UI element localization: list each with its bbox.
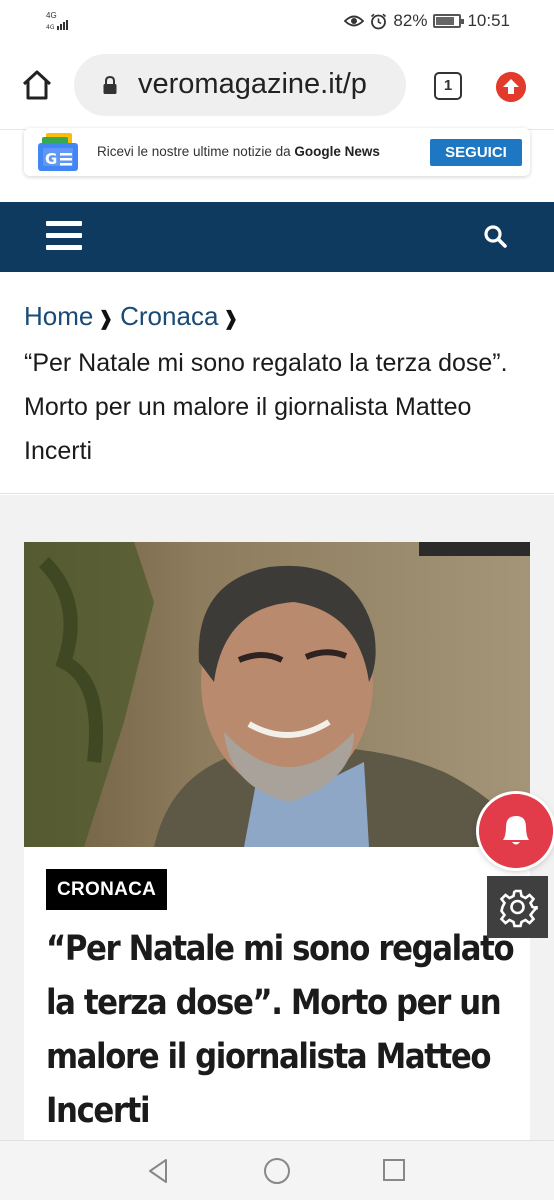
breadcrumb-current-page: “Per Natale mi sono regalato la terza do… (24, 349, 508, 465)
alarm-icon (371, 13, 387, 29)
google-news-brand: Google News (294, 144, 380, 159)
chevron-right-icon: ❱ (97, 308, 115, 330)
clock: 10:51 (467, 11, 510, 30)
status-bar: 4G 4G 82% 10:51 (0, 0, 554, 42)
hamburger-icon[interactable] (46, 221, 82, 253)
settings-button[interactable] (487, 876, 548, 938)
signal-icon: 4G (46, 20, 68, 30)
site-navbar (0, 202, 554, 272)
update-icon[interactable] (496, 72, 526, 102)
network-indicator: 4G 4G (46, 12, 70, 30)
address-bar[interactable]: veromagazine.it/p (74, 54, 406, 116)
url-text: veromagazine.it/p (138, 68, 367, 100)
google-news-prefix: Ricevi le nostre ultime notizie da (97, 144, 291, 159)
article-photo[interactable] (24, 542, 530, 847)
category-badge[interactable]: CRONACA (46, 869, 168, 910)
recent-apps-icon[interactable] (383, 1159, 405, 1181)
svg-text:4G: 4G (46, 24, 55, 30)
network-type: 4G (46, 11, 57, 20)
breadcrumb-category-link[interactable]: Cronaca (120, 301, 218, 331)
browser-toolbar: veromagazine.it/p 1 (0, 42, 554, 130)
tab-switcher-button[interactable]: 1 (434, 72, 462, 100)
google-news-logo-icon: G (38, 133, 78, 171)
home-circle-icon[interactable] (264, 1158, 290, 1184)
article-headline: “Per Natale mi sono regalato la terza do… (46, 929, 515, 1131)
follow-button[interactable]: SEGUICI (430, 139, 522, 166)
breadcrumb-home-link[interactable]: Home (24, 301, 93, 331)
eye-comfort-icon (344, 15, 365, 27)
battery-icon (433, 14, 465, 28)
lock-icon (103, 76, 117, 94)
battery-percent: 82% (393, 11, 428, 30)
gear-icon (499, 889, 538, 928)
google-news-banner[interactable]: G Ricevi le nostre ultime notizie da Goo… (24, 128, 530, 176)
chevron-right-icon: ❱ (222, 308, 240, 330)
search-icon[interactable] (483, 224, 509, 250)
breadcrumb: Home ❱ Cronaca ❱ “Per Natale mi sono regala… (0, 272, 554, 494)
svg-text:G: G (45, 150, 57, 168)
back-icon[interactable] (146, 1158, 170, 1184)
google-news-text: Ricevi le nostre ultime notizie da Googl… (97, 144, 380, 159)
system-nav-bar (0, 1140, 554, 1200)
home-icon[interactable] (20, 68, 54, 102)
battery-fill (436, 17, 455, 25)
bell-icon[interactable] (479, 794, 553, 868)
